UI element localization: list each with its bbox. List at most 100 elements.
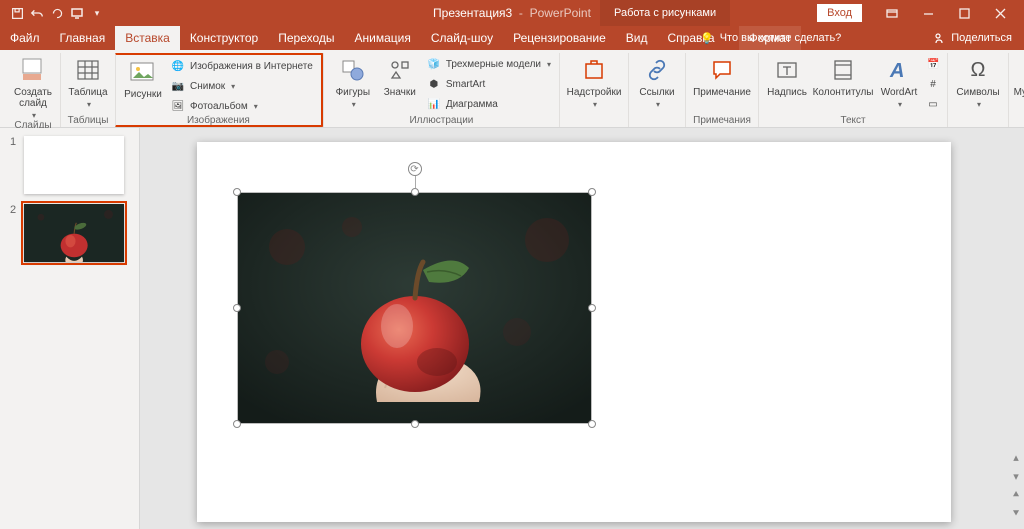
contextual-tab-label: Работа с рисунками — [600, 0, 730, 26]
group-text: Надпись Колонтитулы A WordArt▾ 📅 # ▭ Тек… — [758, 53, 947, 127]
signin-button[interactable]: Вход — [817, 4, 862, 22]
slide-number-button[interactable]: # — [925, 75, 941, 93]
group-media: Мультимедиа▾ — [1008, 53, 1024, 127]
resize-handle-s[interactable] — [411, 420, 419, 428]
slide-canvas[interactable]: ⟳ — [140, 128, 1008, 529]
link-icon — [642, 55, 672, 85]
object-button[interactable]: ▭ — [925, 95, 941, 113]
resize-handle-ne[interactable] — [588, 188, 596, 196]
thumb-number: 2 — [10, 204, 18, 262]
share-button[interactable]: Поделиться — [934, 26, 1012, 50]
prev-slide-icon[interactable]: ⯅ — [1012, 489, 1021, 502]
header-footer-icon — [828, 55, 858, 85]
icons-icon — [385, 55, 415, 85]
start-icon[interactable] — [70, 6, 84, 20]
resize-handle-n[interactable] — [411, 188, 419, 196]
wordart-icon: A — [884, 55, 914, 85]
chart-icon: 📊 — [426, 96, 442, 112]
omega-icon: Ω — [963, 55, 993, 85]
save-icon[interactable] — [10, 6, 24, 20]
tell-me[interactable]: 💡 Что вы хотите сделать? — [700, 26, 841, 50]
redo-icon[interactable] — [50, 6, 64, 20]
tell-me-text: Что вы хотите сделать? — [720, 32, 842, 44]
minimize-icon[interactable] — [910, 0, 946, 26]
resize-handle-w[interactable] — [233, 304, 241, 312]
doc-name: Презентация3 — [433, 6, 512, 20]
media-button[interactable]: Мультимедиа▾ — [1015, 53, 1024, 109]
group-addins: Надстройки▾ — [559, 53, 628, 127]
pictures-button[interactable]: Рисунки — [122, 55, 164, 100]
resize-handle-sw[interactable] — [233, 420, 241, 428]
undo-icon[interactable] — [30, 6, 44, 20]
online-pictures-button[interactable]: 🌐Изображения в Интернете — [168, 57, 315, 75]
links-button[interactable]: Ссылки▾ — [635, 53, 679, 109]
shapes-icon — [338, 55, 368, 85]
textbox-icon — [772, 55, 802, 85]
ribbon-tabs: Файл Главная Вставка Конструктор Переход… — [0, 26, 1024, 50]
icons-button[interactable]: Значки — [380, 53, 420, 98]
3d-models-button[interactable]: 🧊Трехмерные модели▾ — [424, 55, 553, 73]
tab-view[interactable]: Вид — [616, 26, 658, 50]
work-area: 1 2 — [0, 128, 1024, 529]
wordart-button[interactable]: A WordArt▾ — [877, 53, 921, 109]
resize-handle-e[interactable] — [588, 304, 596, 312]
scroll-down-icon[interactable]: ▾ — [1013, 470, 1019, 483]
right-rail: ▴ ▾ ⯅ ⯆ — [1008, 128, 1024, 529]
tab-transitions[interactable]: Переходы — [268, 26, 344, 50]
slide-thumb-1[interactable] — [24, 136, 124, 194]
date-icon: 📅 — [927, 56, 939, 72]
tab-slideshow[interactable]: Слайд-шоу — [421, 26, 503, 50]
slide[interactable]: ⟳ — [197, 142, 951, 522]
comment-button[interactable]: Примечание — [692, 53, 752, 98]
share-label: Поделиться — [951, 32, 1012, 44]
slide-thumb-2[interactable] — [24, 204, 124, 262]
album-icon: 🖼 — [170, 98, 186, 114]
close-icon[interactable] — [982, 0, 1018, 26]
photo-album-button[interactable]: 🖼Фотоальбом▾ — [168, 97, 315, 115]
resize-handle-se[interactable] — [588, 420, 596, 428]
group-symbols: Ω Символы▾ — [947, 53, 1008, 127]
group-slides: Создать слайд▾ Слайды — [6, 53, 60, 127]
smartart-button[interactable]: ⬢SmartArt — [424, 75, 553, 93]
number-icon: # — [927, 76, 939, 92]
ribbon: Создать слайд▾ Слайды Таблица▾ Таблицы Р… — [0, 50, 1024, 128]
addins-button[interactable]: Надстройки▾ — [566, 53, 622, 109]
share-icon — [934, 32, 946, 44]
date-button[interactable]: 📅 — [925, 55, 941, 73]
maximize-icon[interactable] — [946, 0, 982, 26]
group-illustrations: Фигуры▾ Значки 🧊Трехмерные модели▾ ⬢Smar… — [323, 53, 559, 127]
addins-icon — [579, 55, 609, 85]
tab-animations[interactable]: Анимация — [345, 26, 421, 50]
textbox-button[interactable]: Надпись — [765, 53, 809, 98]
rotation-connector — [415, 176, 416, 188]
screenshot-button[interactable]: 📷Снимок▾ — [168, 77, 315, 95]
title-bar: ▾ Презентация3 - PowerPoint Работа с рис… — [0, 0, 1024, 26]
thumb-number: 1 — [10, 136, 18, 194]
resize-handle-nw[interactable] — [233, 188, 241, 196]
online-pictures-icon: 🌐 — [170, 58, 186, 74]
tab-review[interactable]: Рецензирование — [503, 26, 616, 50]
selected-picture[interactable]: ⟳ — [237, 192, 592, 424]
slide-panel: 1 2 — [0, 128, 140, 529]
header-footer-button[interactable]: Колонтитулы — [813, 53, 873, 98]
group-comments: Примечание Примечания — [685, 53, 758, 127]
rotation-handle[interactable]: ⟳ — [408, 162, 422, 176]
tab-design[interactable]: Конструктор — [180, 26, 268, 50]
scroll-up-icon[interactable]: ▴ — [1013, 451, 1019, 464]
symbols-button[interactable]: Ω Символы▾ — [954, 53, 1002, 109]
lightbulb-icon: 💡 — [700, 32, 714, 45]
tab-insert[interactable]: Вставка — [115, 26, 180, 50]
chart-button[interactable]: 📊Диаграмма — [424, 95, 553, 113]
shapes-button[interactable]: Фигуры▾ — [330, 53, 376, 109]
screenshot-icon: 📷 — [170, 78, 186, 94]
cube-icon: 🧊 — [426, 56, 442, 72]
qat-more-icon[interactable]: ▾ — [90, 6, 104, 20]
table-button[interactable]: Таблица▾ — [67, 53, 109, 109]
group-links: Ссылки▾ — [628, 53, 685, 127]
tab-file[interactable]: Файл — [0, 26, 50, 50]
next-slide-icon[interactable]: ⯆ — [1012, 508, 1021, 521]
new-slide-button[interactable]: Создать слайд▾ — [12, 53, 54, 120]
tab-home[interactable]: Главная — [50, 26, 116, 50]
ribbon-options-icon[interactable] — [874, 0, 910, 26]
comment-icon — [707, 55, 737, 85]
